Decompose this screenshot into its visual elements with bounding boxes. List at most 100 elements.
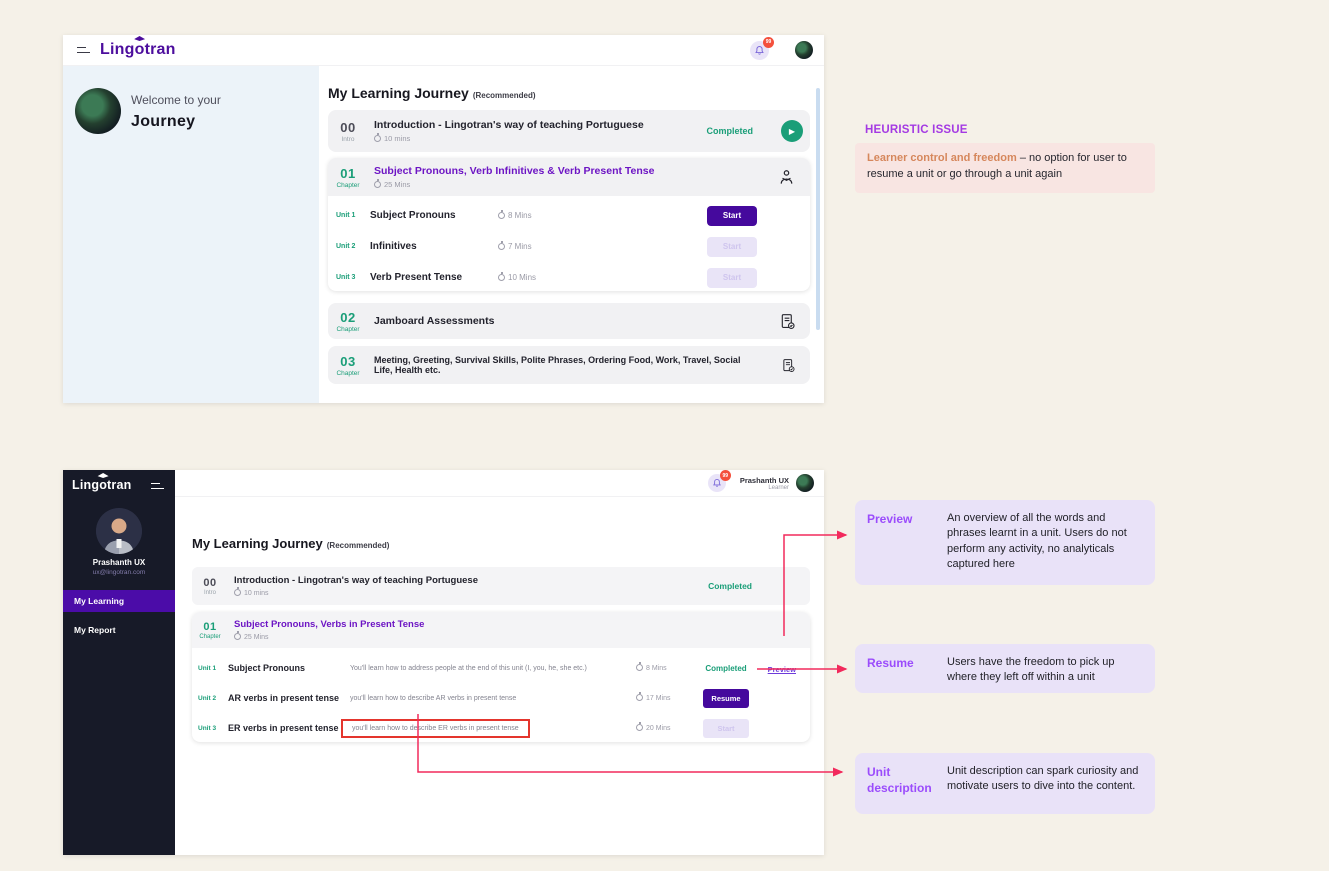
clock-icon — [374, 181, 381, 188]
sidebar-item-my-learning[interactable]: My Learning — [63, 590, 175, 612]
chapter-title: Subject Pronouns, Verbs in Present Tense — [234, 619, 810, 630]
header-user-role: Learner — [740, 485, 789, 491]
chapter-label: Chapter — [192, 634, 228, 640]
callout-body: An overview of all the words and phrases… — [947, 511, 1143, 574]
unit-duration: 8 Mins — [508, 211, 532, 220]
person-reading-icon — [777, 168, 796, 187]
chapter-number: 03 — [328, 354, 368, 369]
intro-title: Introduction - Lingotran's way of teachi… — [374, 119, 706, 131]
unit-duration: 10 Mins — [508, 273, 536, 282]
unit-row: Unit 1 Subject Pronouns You'll learn how… — [192, 653, 810, 683]
sidebar: Welcome to your Journey — [63, 66, 319, 403]
bell-icon — [712, 478, 722, 488]
callout-unit-description: Unit description Unit description can sp… — [855, 753, 1155, 814]
main-content: My Learning Journey(Recommended) 00Intro… — [175, 497, 824, 855]
notification-badge: 99 — [720, 470, 731, 481]
top-navbar: 99 Prashanth UX Learner — [175, 470, 824, 497]
sidebar-item-my-report[interactable]: My Report — [63, 619, 175, 641]
unit-label: Unit 1 — [198, 665, 228, 672]
unit-row: Unit 2 AR verbs in present tense you'll … — [192, 683, 810, 713]
chapter-3-row[interactable]: 03Chapter Meeting, Greeting, Survival Sk… — [328, 346, 810, 384]
assessment-doc-icon — [781, 357, 796, 374]
page-title: My Learning Journey(Recommended) — [328, 85, 536, 101]
chapter-duration: 25 Mins — [384, 180, 410, 189]
chapter-1-header[interactable]: 01Chapter Subject Pronouns, Verbs in Pre… — [192, 612, 810, 648]
start-button-disabled: Start — [707, 237, 757, 257]
notification-bell-button[interactable]: 99 — [708, 474, 726, 492]
chapter-title: Jamboard Assessments — [368, 315, 494, 327]
header-user-name: Prashanth UX — [740, 476, 789, 485]
heuristic-issue-note: Learner control and freedom – no option … — [855, 143, 1155, 193]
unit-title: ER verbs in present tense — [228, 723, 350, 733]
intro-title: Introduction - Lingotran's way of teachi… — [234, 575, 708, 586]
logo-text: tran — [145, 41, 176, 58]
unit-row: Unit 2 Infinitives 7 Mins Start — [328, 231, 810, 262]
user-avatar[interactable] — [795, 41, 813, 59]
hamburger-menu-icon[interactable] — [151, 482, 164, 490]
status-completed: Completed — [705, 664, 746, 673]
intro-duration: 10 mins — [244, 590, 269, 597]
chapter-number: 02 — [328, 310, 368, 325]
lingotran-logo: Lingotran — [72, 478, 131, 492]
notification-bell-button[interactable]: 99 — [750, 41, 769, 60]
play-icon: ▶ — [789, 127, 795, 136]
recommended-tag: (Recommended) — [327, 541, 390, 550]
unit-row: Unit 1 Subject Pronouns 8 Mins Start — [328, 200, 810, 231]
unit-label: Unit 3 — [336, 274, 370, 281]
chapter-1-header[interactable]: 01Chapter Subject Pronouns, Verb Infinit… — [328, 158, 810, 196]
unit-description: You'll learn how to address people at th… — [350, 665, 636, 672]
clock-icon — [498, 274, 505, 281]
top-navbar: Lingotran 99 — [63, 35, 824, 66]
clock-icon — [234, 633, 241, 640]
hamburger-menu-icon[interactable] — [77, 46, 90, 54]
clock-icon — [636, 724, 643, 731]
chapter-label: Chapter — [328, 182, 368, 189]
callout-label: Unit description — [867, 764, 947, 803]
sidebar-nav: My Learning My Report — [63, 590, 175, 648]
clock-icon — [498, 243, 505, 250]
callout-body: Users have the freedom to pick up where … — [947, 655, 1143, 682]
assessment-doc-icon — [779, 313, 796, 330]
dark-sidebar: Lingotran Prashanth UX ux@lingotran.com … — [63, 470, 175, 855]
logo-o: o — [135, 41, 145, 59]
unit-description-highlight-box: you'll learn how to describe ER verbs in… — [341, 719, 530, 738]
main-content: My Learning Journey(Recommended) 00Intro… — [319, 66, 824, 403]
intro-duration: 10 mins — [384, 134, 410, 143]
unit-description: you'll learn how to describe AR verbs in… — [350, 695, 636, 702]
unit-title: Verb Present Tense — [370, 272, 498, 283]
status-completed: Completed — [706, 126, 753, 136]
play-button[interactable]: ▶ — [781, 120, 803, 142]
unit-label: Unit 2 — [198, 695, 228, 702]
unit-title: Subject Pronouns — [228, 663, 350, 673]
chapter-title: Subject Pronouns, Verb Infinitives & Ver… — [374, 165, 777, 177]
scrollbar[interactable] — [816, 88, 820, 330]
intro-number: 00 — [328, 120, 368, 135]
resume-button[interactable]: Resume — [703, 689, 749, 708]
intro-row[interactable]: 00Intro Introduction - Lingotran's way o… — [192, 567, 810, 605]
clock-icon — [636, 694, 643, 701]
recommended-tag: (Recommended) — [473, 91, 536, 100]
unit-label: Unit 1 — [336, 212, 370, 219]
intro-row[interactable]: 00Intro Introduction - Lingotran's way o… — [328, 110, 810, 152]
welcome-text: Welcome to your — [131, 93, 221, 107]
callout-label: Resume — [867, 655, 947, 682]
start-button-disabled: Start — [707, 268, 757, 288]
page-title: My Learning Journey(Recommended) — [192, 536, 389, 551]
chapter-2-row[interactable]: 02Chapter Jamboard Assessments — [328, 303, 810, 339]
start-button-disabled: Start — [703, 719, 749, 738]
unit-title: AR verbs in present tense — [228, 693, 350, 703]
unit-duration: 20 Mins — [646, 725, 671, 732]
user-avatar[interactable] — [796, 474, 814, 492]
sidebar-user-email: ux@lingotran.com — [63, 569, 175, 576]
clock-icon — [234, 589, 241, 596]
callout-label: Preview — [867, 511, 947, 574]
chapter-duration: 25 Mins — [244, 634, 269, 641]
clock-icon — [374, 135, 381, 142]
chapter-title: Meeting, Greeting, Survival Skills, Poli… — [368, 355, 781, 375]
callout-body: Unit description can spark curiosity and… — [947, 764, 1143, 803]
preview-link[interactable]: Preview — [768, 665, 796, 674]
chapter-label: Chapter — [328, 370, 368, 377]
chapter-number: 01 — [192, 621, 228, 633]
unit-row: Unit 3 ER verbs in present tense you'll … — [192, 713, 810, 743]
start-button[interactable]: Start — [707, 206, 757, 226]
